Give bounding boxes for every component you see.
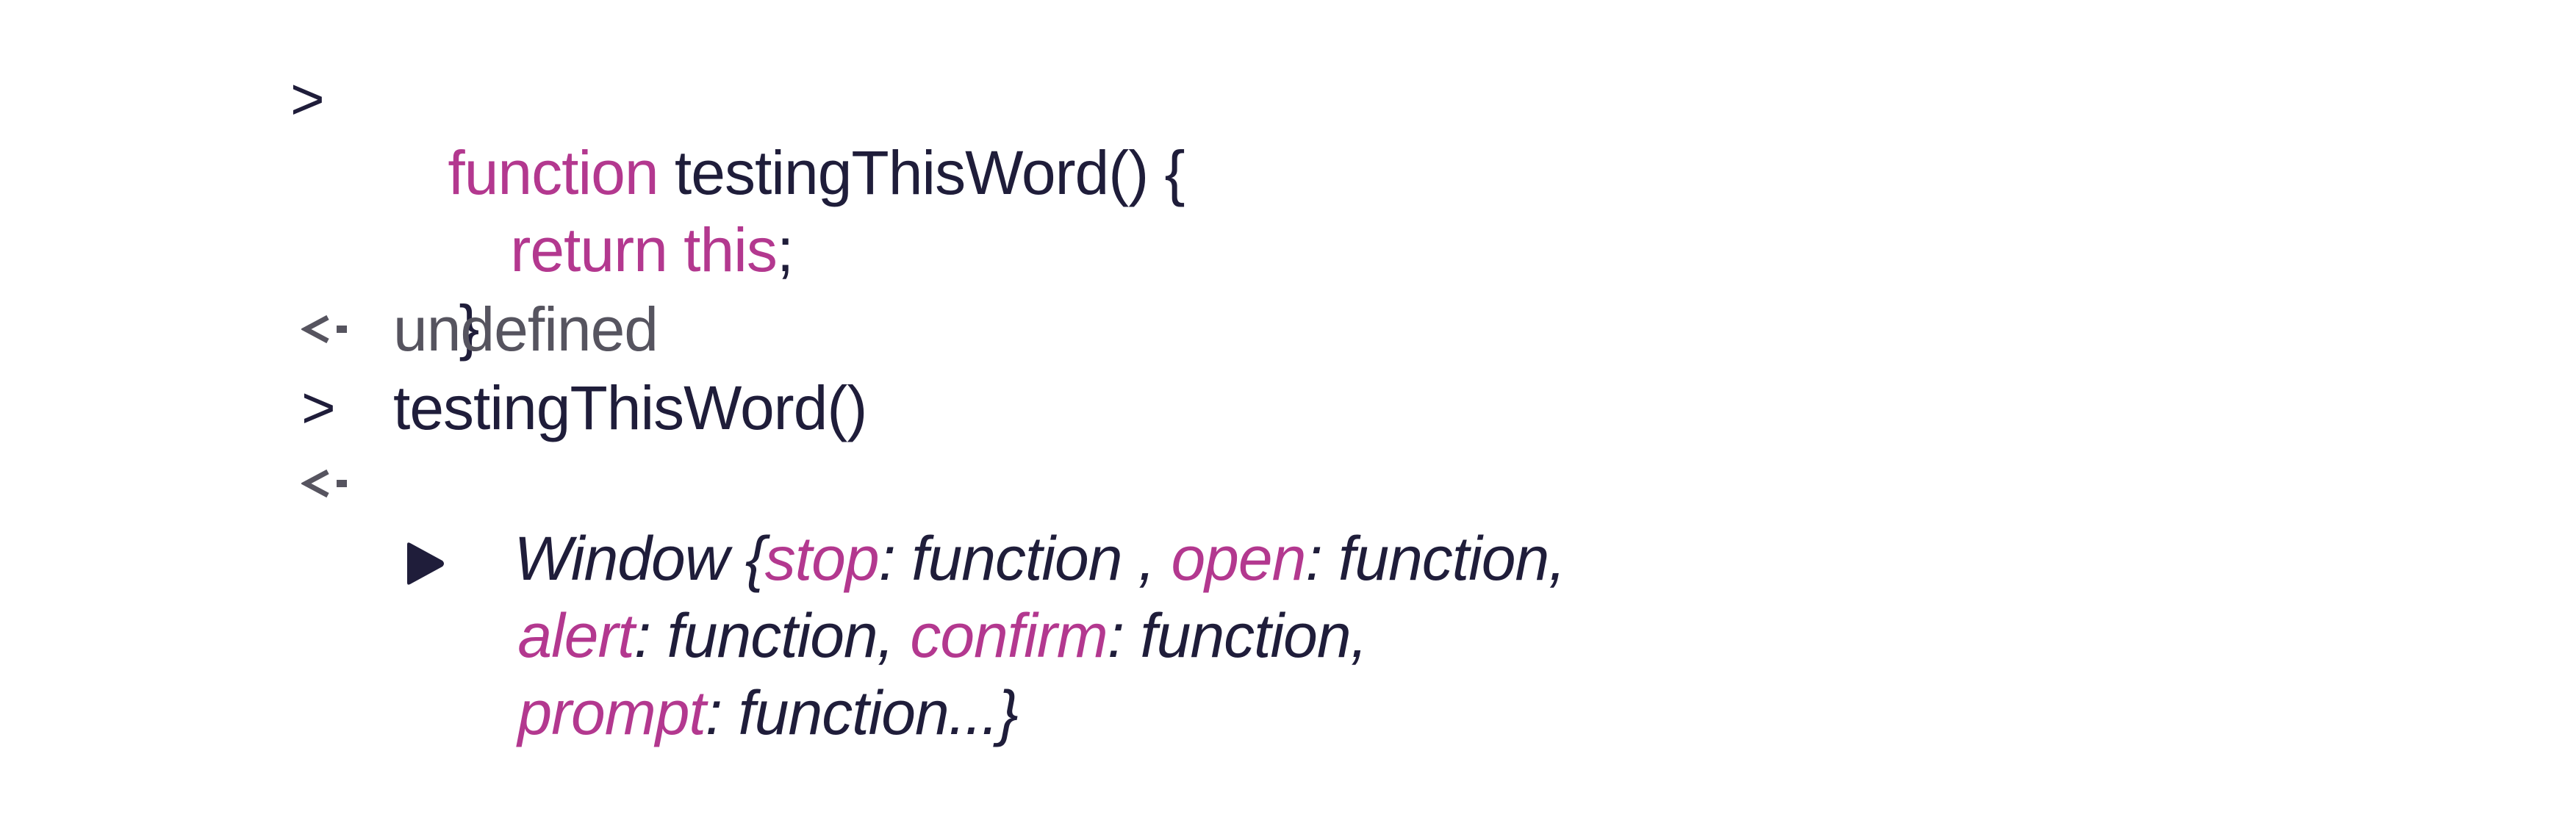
property-name: prompt [517, 678, 706, 747]
code-token: ; [776, 215, 794, 284]
return-arrow-icon [301, 469, 347, 498]
expand-triangle-icon[interactable] [403, 540, 447, 587]
object-preview-line: prompt: function...} [452, 603, 1018, 823]
object-token: : function...} [705, 678, 1019, 747]
input-prompt: > [301, 375, 336, 440]
input-prompt: > [290, 66, 325, 132]
console-panel: > function testingThisWord() { return th… [0, 0, 2576, 747]
keyword-token: return this [510, 215, 777, 284]
return-arrow-icon [301, 315, 347, 344]
object-token: : function, [1107, 601, 1368, 670]
result-value: undefined [393, 295, 659, 364]
code-line: testingThisWord() [393, 373, 867, 442]
